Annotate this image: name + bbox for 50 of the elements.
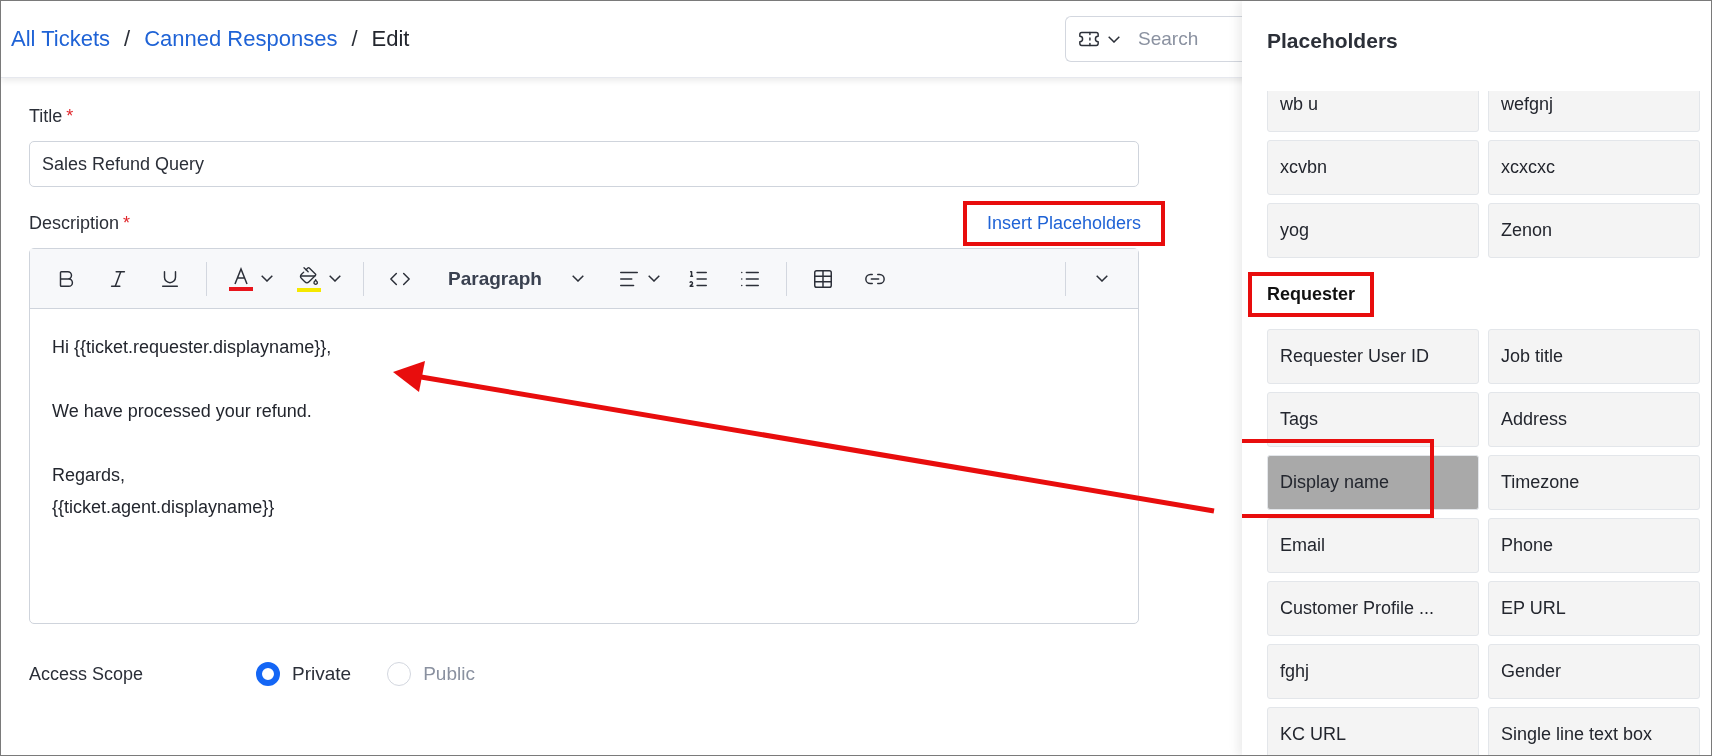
placeholder-item[interactable]: EP URL (1488, 581, 1700, 636)
placeholder-item[interactable]: Customer Profile ... (1267, 581, 1479, 636)
required-mark: * (66, 106, 74, 126)
required-mark: * (123, 213, 131, 233)
radio-button[interactable] (256, 662, 280, 686)
rich-text-editor[interactable]: Paragraph Hi {{ticket.requester.displayname}}, We have processed your refund. Regards, {{ticket.agent.displayname}} (29, 248, 1139, 624)
block-style-dropdown[interactable]: Paragraph (430, 258, 602, 299)
placeholder-item[interactable]: fghj (1267, 644, 1479, 699)
field-label: Description (29, 213, 120, 233)
placeholder-item[interactable]: Address (1488, 392, 1700, 447)
body-text-line: Hi {{ticket.requester.displayname}}, (52, 336, 333, 359)
placeholder-item[interactable]: Zenon (1488, 203, 1700, 258)
letter-a-icon (232, 266, 250, 285)
placeholder-item[interactable]: xcxcxc (1488, 140, 1700, 195)
placeholder-item[interactable]: Job title (1488, 329, 1700, 384)
chevron-down-icon (261, 275, 273, 282)
chevron-down-icon (1108, 35, 1120, 43)
placeholder-item[interactable]: Email (1267, 518, 1479, 573)
placeholder-item[interactable]: Phone (1488, 518, 1700, 573)
body-text-line: {{ticket.agent.displayname}} (52, 496, 276, 519)
chevron-down-icon (648, 275, 660, 282)
chevron-down-icon (329, 275, 341, 282)
panel-title: Placeholders (1266, 28, 1399, 54)
field-label: Access Scope (29, 663, 145, 685)
breadcrumb-separator: / (124, 26, 131, 52)
placeholder-item[interactable]: Tags (1267, 392, 1479, 447)
placeholder-item[interactable]: Gender (1488, 644, 1700, 699)
table-icon (812, 267, 834, 290)
placeholder-item[interactable]: yog (1267, 203, 1479, 258)
current-page-title: Edit (371, 26, 410, 52)
placeholder-item[interactable]: Timezone (1488, 455, 1700, 510)
breadcrumb-separator: / (351, 26, 358, 52)
breadcrumb-link[interactable]: All Tickets (11, 26, 111, 52)
placeholder-item[interactable]: xcvbn (1267, 140, 1479, 195)
body-text-line: Regards, (52, 464, 127, 487)
placeholder-item[interactable]: Single line text box (1488, 707, 1700, 755)
search-bar[interactable]: Search (1065, 16, 1243, 62)
placeholder-item[interactable]: Requester User ID (1267, 329, 1479, 384)
placeholder-item[interactable]: wefgnj (1488, 91, 1700, 132)
placeholder-item[interactable]: KC URL (1267, 707, 1479, 755)
breadcrumb-link[interactable]: Canned Responses (144, 26, 338, 52)
radio-option[interactable]: Private (256, 662, 352, 686)
chevron-down-icon (1096, 275, 1108, 282)
chevron-down-icon (572, 275, 584, 282)
placeholder-item[interactable]: Display name (1267, 455, 1479, 510)
field-label: Title (29, 106, 63, 126)
title-field[interactable]: Sales Refund Query (29, 141, 1139, 187)
placeholder-item[interactable]: wb u (1267, 91, 1479, 132)
paint-bucket-icon (299, 265, 319, 286)
body-text-line: We have processed your refund. (52, 400, 313, 423)
